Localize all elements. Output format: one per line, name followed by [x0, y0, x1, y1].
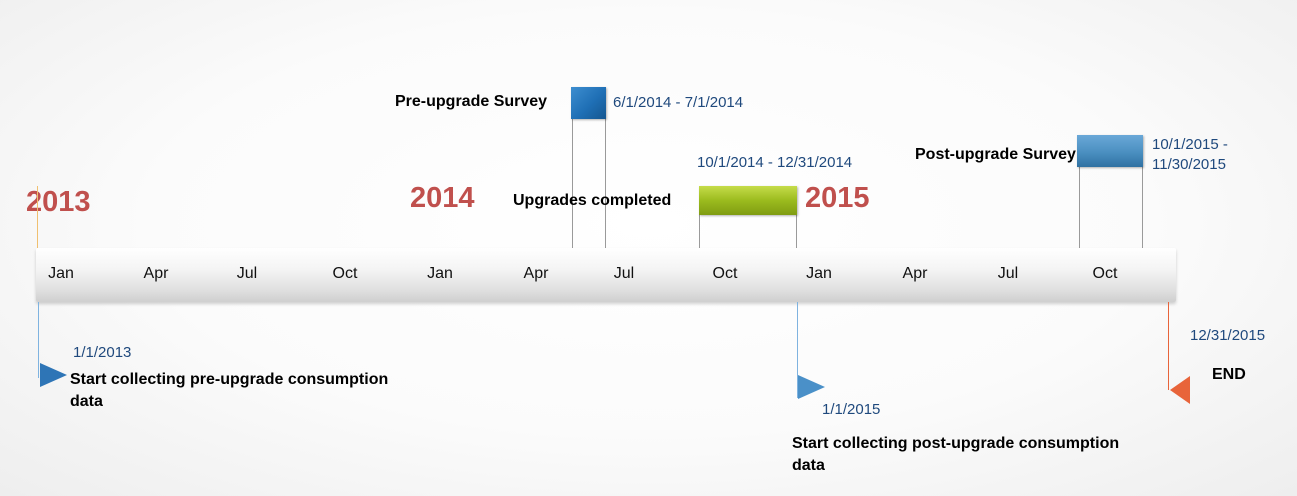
upgrades-start-line [699, 214, 700, 248]
end-line [1168, 302, 1169, 390]
start-post-date: 1/1/2015 [822, 401, 881, 418]
month-tick: Oct [712, 265, 738, 282]
start-post-label-line1: Start collecting post-upgrade consumptio… [792, 435, 1120, 452]
month-tick: Oct [332, 265, 358, 282]
month-tick: Jan [806, 265, 832, 282]
start-post-flag-icon [798, 375, 825, 399]
month-tick: Oct [1092, 265, 1118, 282]
month-tick: Jan [427, 265, 453, 282]
year-label-2015: 2015 [805, 182, 870, 214]
post-survey-date-line2: 11/30/2015 [1152, 156, 1226, 173]
year-label-2013: 2013 [26, 186, 91, 218]
upgrades-box [699, 186, 797, 215]
month-tick: Apr [143, 265, 169, 282]
month-tick: Jul [997, 265, 1019, 282]
post-survey-label: Post-upgrade Survey [915, 146, 1076, 163]
month-tick: Jul [613, 265, 635, 282]
start-pre-label-line2: data [70, 393, 103, 410]
upgrades-end-line [796, 214, 797, 248]
post-survey-start-line [1079, 166, 1080, 248]
pre-survey-date: 6/1/2014 - 7/1/2014 [613, 94, 744, 111]
pre-survey-label: Pre-upgrade Survey [395, 93, 548, 110]
start-pre-label-line1: Start collecting pre-upgrade consumption [70, 371, 389, 388]
month-tick: Jul [236, 265, 258, 282]
start-2013-top-line [37, 186, 38, 248]
pre-survey-end-line [605, 118, 606, 248]
end-flag-icon [1170, 376, 1190, 404]
year-label-2014: 2014 [410, 182, 475, 214]
pre-survey-box [571, 87, 606, 119]
start-pre-date: 1/1/2013 [73, 344, 132, 361]
post-survey-end-line [1142, 166, 1143, 248]
end-label: END [1212, 366, 1246, 383]
start-pre-flag-icon [40, 363, 67, 387]
start-pre-line [38, 302, 39, 378]
upgrades-label: Upgrades completed [513, 192, 672, 209]
post-survey-date-line1: 10/1/2015 - [1152, 136, 1228, 153]
end-date: 12/31/2015 [1190, 327, 1266, 344]
month-tick: Apr [523, 265, 549, 282]
upgrades-date: 10/1/2014 - 12/31/2014 [697, 154, 853, 171]
month-tick: Jan [48, 265, 74, 282]
pre-survey-start-line [572, 118, 573, 248]
start-post-label-line2: data [792, 457, 825, 474]
post-survey-box [1077, 135, 1143, 167]
month-tick: Apr [902, 265, 928, 282]
